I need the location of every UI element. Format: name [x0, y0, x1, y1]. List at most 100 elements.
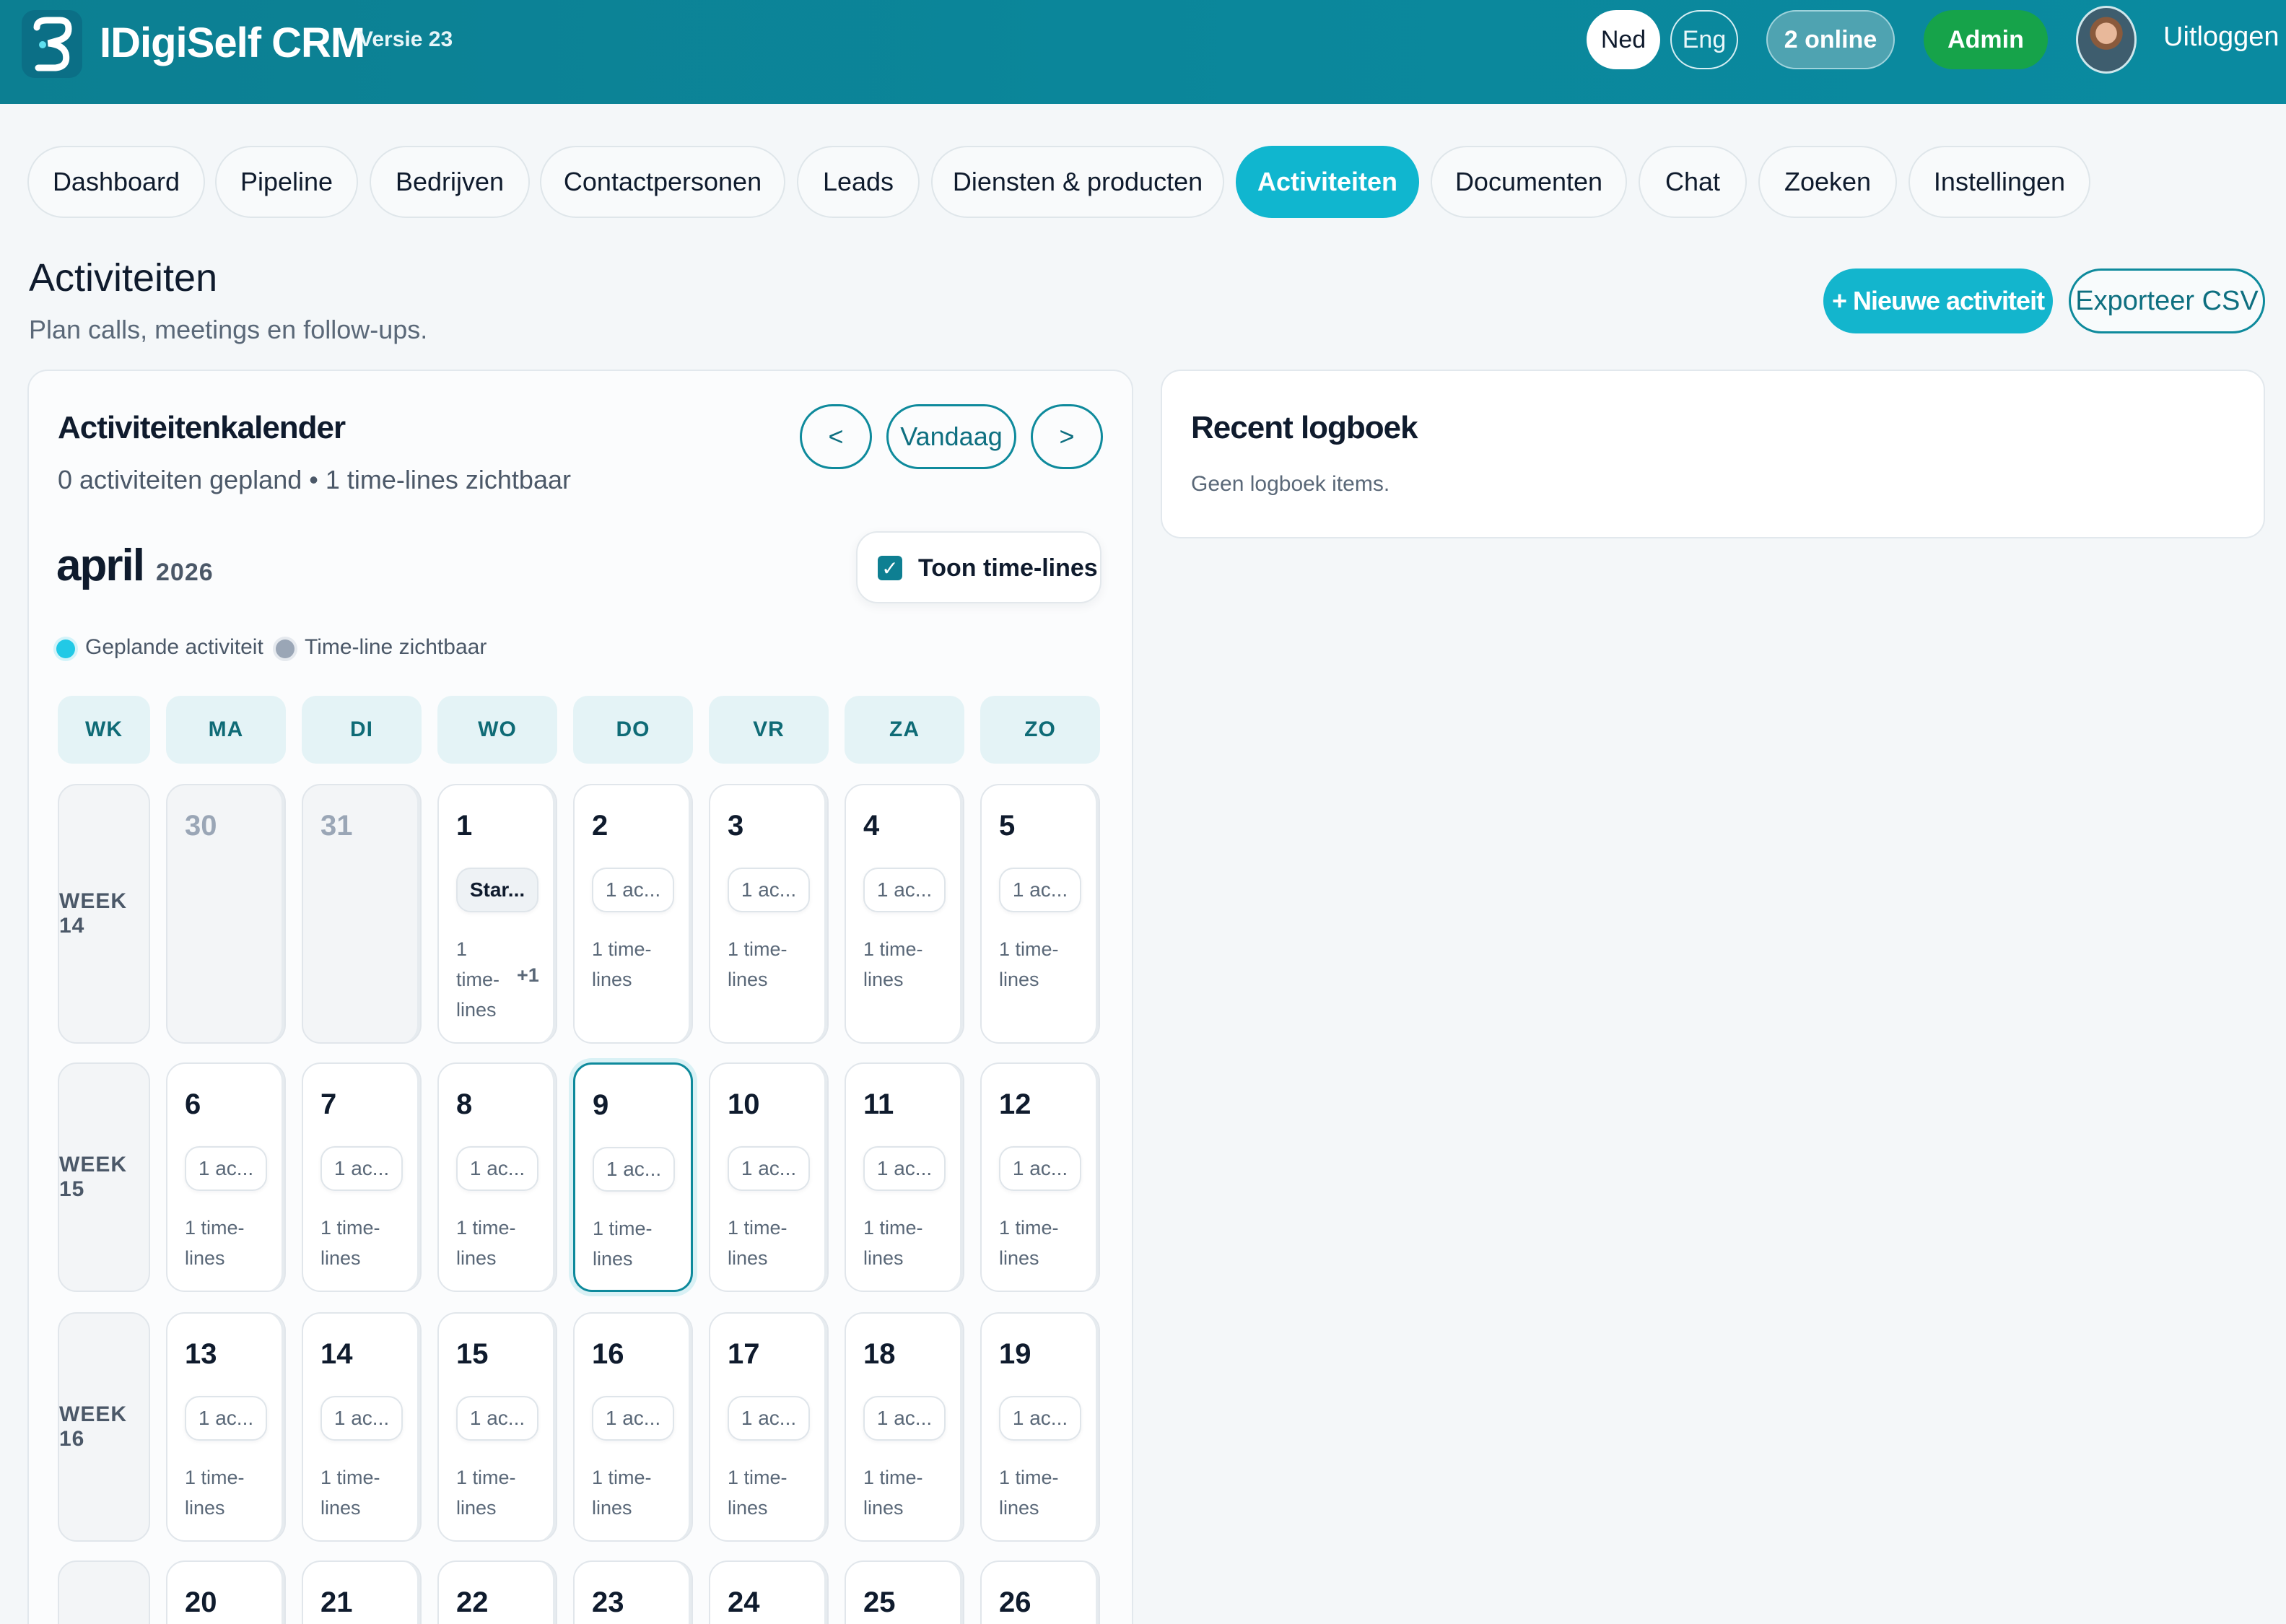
language-eng-button[interactable]: Eng — [1670, 10, 1738, 69]
app-logo[interactable] — [22, 10, 82, 78]
calendar-day[interactable]: 3 1 ac... 1 time-lines — [709, 784, 829, 1044]
new-activity-button[interactable]: + Nieuwe activiteit — [1823, 269, 2053, 333]
activity-chip[interactable]: 1 ac... — [456, 1146, 538, 1191]
tab-zoeken[interactable]: Zoeken — [1758, 146, 1897, 218]
admin-badge[interactable]: Admin — [1924, 10, 2048, 69]
day-number: 1 — [456, 810, 473, 842]
tab-diensten-producten[interactable]: Diensten & producten — [931, 146, 1224, 218]
day-number: 25 — [863, 1586, 896, 1618]
activity-chip[interactable]: 1 ac... — [728, 1146, 810, 1191]
tab-activiteiten[interactable]: Activiteiten — [1236, 146, 1419, 218]
calendar-day[interactable]: 26 — [980, 1560, 1100, 1624]
calendar-day[interactable]: 30 — [166, 784, 286, 1044]
tab-chat[interactable]: Chat — [1639, 146, 1747, 218]
recent-log-card — [1161, 370, 2265, 538]
calendar-day[interactable]: 21 — [302, 1560, 422, 1624]
week-label: WEEK 15 — [58, 1062, 150, 1292]
calendar-day[interactable]: 7 1 ac... 1 time-lines — [302, 1062, 422, 1292]
legend-timeline-label: Time-line zichtbaar — [305, 635, 487, 659]
calendar-day[interactable]: 11 1 ac... 1 time-lines — [845, 1062, 964, 1292]
tab-dashboard[interactable]: Dashboard — [27, 146, 205, 218]
activity-chip[interactable]: 1 ac... — [456, 1396, 538, 1441]
activity-chip[interactable]: 1 ac... — [863, 1396, 946, 1441]
calendar-day[interactable]: 8 1 ac... 1 time-lines — [437, 1062, 557, 1292]
checkbox-checked-icon[interactable]: ✓ — [878, 556, 902, 580]
calendar-day[interactable]: 14 1 ac... 1 time-lines — [302, 1312, 422, 1542]
calendar-day[interactable]: 24 — [709, 1560, 829, 1624]
calendar-day[interactable]: 2 1 ac... 1 time-lines — [573, 784, 693, 1044]
activity-chip[interactable]: 1 ac... — [999, 1396, 1081, 1441]
activity-chip[interactable]: 1 ac... — [320, 1146, 403, 1191]
calendar-summary: 0 activiteiten gepland • 1 time-lines zi… — [58, 465, 571, 494]
calendar-day[interactable]: 17 1 ac... 1 time-lines — [709, 1312, 829, 1542]
calendar-day[interactable]: 22 — [437, 1560, 557, 1624]
calendar-day[interactable]: 6 1 ac... 1 time-lines — [166, 1062, 286, 1292]
show-timelines-toggle[interactable]: ✓ Toon time-lines — [856, 531, 1101, 603]
activity-chip[interactable]: 1 ac... — [185, 1146, 267, 1191]
export-csv-button[interactable]: Exporteer CSV — [2069, 269, 2265, 333]
tab-documenten[interactable]: Documenten — [1431, 146, 1627, 218]
activity-chip[interactable]: Star... — [456, 868, 538, 912]
calendar-day[interactable]: 5 1 ac... 1 time-lines — [980, 784, 1100, 1044]
timeline-count: 1 time-lines — [592, 1467, 652, 1519]
tab-leads[interactable]: Leads — [797, 146, 920, 218]
previous-month-button[interactable]: < — [800, 404, 872, 469]
logout-link[interactable]: Uitloggen — [2163, 22, 2280, 53]
day-number: 9 — [593, 1089, 609, 1121]
calendar-day[interactable]: 19 1 ac... 1 time-lines — [980, 1312, 1100, 1542]
more-items-badge[interactable]: +1 — [517, 964, 539, 987]
calendar-day[interactable]: 1 Star... 1 time-lines +1 — [437, 784, 557, 1044]
calendar-day[interactable]: 25 — [845, 1560, 964, 1624]
day-number: 19 — [999, 1338, 1031, 1370]
calendar-day[interactable]: 4 1 ac... 1 time-lines — [845, 784, 964, 1044]
calendar-day[interactable]: 20 — [166, 1560, 286, 1624]
calendar-day[interactable]: 16 1 ac... 1 time-lines — [573, 1312, 693, 1542]
calendar-day[interactable]: 31 — [302, 784, 422, 1044]
day-number: 21 — [320, 1586, 353, 1618]
tab-bedrijven[interactable]: Bedrijven — [370, 146, 530, 218]
online-users-badge[interactable]: 2 online — [1766, 10, 1895, 69]
activity-chip[interactable]: 1 ac... — [863, 1146, 946, 1191]
column-header-vr: VR — [709, 696, 829, 764]
activity-chip[interactable]: 1 ac... — [320, 1396, 403, 1441]
activity-chip[interactable]: 1 ac... — [999, 868, 1081, 912]
day-number: 3 — [728, 810, 744, 842]
activity-chip[interactable]: 1 ac... — [592, 1396, 674, 1441]
timeline-count: 1 time-lines — [999, 938, 1059, 990]
calendar-day-today[interactable]: 9 1 ac... 1 time-lines — [573, 1062, 693, 1292]
page-title: Activiteiten — [29, 256, 218, 300]
activity-chip[interactable]: 1 ac... — [593, 1147, 675, 1192]
tab-instellingen[interactable]: Instellingen — [1908, 146, 2090, 218]
calendar-day[interactable]: 10 1 ac... 1 time-lines — [709, 1062, 829, 1292]
day-number: 2 — [592, 810, 608, 842]
today-button[interactable]: Vandaag — [886, 404, 1016, 469]
activity-chip[interactable]: 1 ac... — [728, 868, 810, 912]
column-header-za: ZA — [845, 696, 964, 764]
language-ned-button[interactable]: Ned — [1587, 10, 1660, 69]
timeline-count: 1 time-lines — [728, 1467, 788, 1519]
timeline-count: 1 time-lines — [863, 1467, 923, 1519]
activity-chip[interactable]: 1 ac... — [592, 868, 674, 912]
legend-planned-dot-icon — [56, 639, 75, 658]
tab-pipeline[interactable]: Pipeline — [215, 146, 358, 218]
calendar-day[interactable]: 18 1 ac... 1 time-lines — [845, 1312, 964, 1542]
timeline-count: 1 time-lines — [456, 938, 499, 1021]
day-number: 30 — [185, 810, 217, 842]
calendar-day[interactable]: 13 1 ac... 1 time-lines — [166, 1312, 286, 1542]
activity-chip[interactable]: 1 ac... — [863, 868, 946, 912]
day-number: 14 — [320, 1338, 353, 1370]
day-number: 12 — [999, 1088, 1031, 1120]
timeline-count: 1 time-lines — [592, 938, 652, 990]
timeline-count: 1 time-lines — [456, 1467, 516, 1519]
activity-chip[interactable]: 1 ac... — [728, 1396, 810, 1441]
legend-timeline-dot-icon — [276, 639, 295, 658]
activity-chip[interactable]: 1 ac... — [999, 1146, 1081, 1191]
avatar[interactable] — [2076, 6, 2137, 74]
calendar-day[interactable]: 23 — [573, 1560, 693, 1624]
calendar-day[interactable]: 15 1 ac... 1 time-lines — [437, 1312, 557, 1542]
timeline-count: 1 time-lines — [456, 1217, 516, 1269]
next-month-button[interactable]: > — [1031, 404, 1103, 469]
activity-chip[interactable]: 1 ac... — [185, 1396, 267, 1441]
calendar-day[interactable]: 12 1 ac... 1 time-lines — [980, 1062, 1100, 1292]
tab-contactpersonen[interactable]: Contactpersonen — [540, 146, 785, 218]
